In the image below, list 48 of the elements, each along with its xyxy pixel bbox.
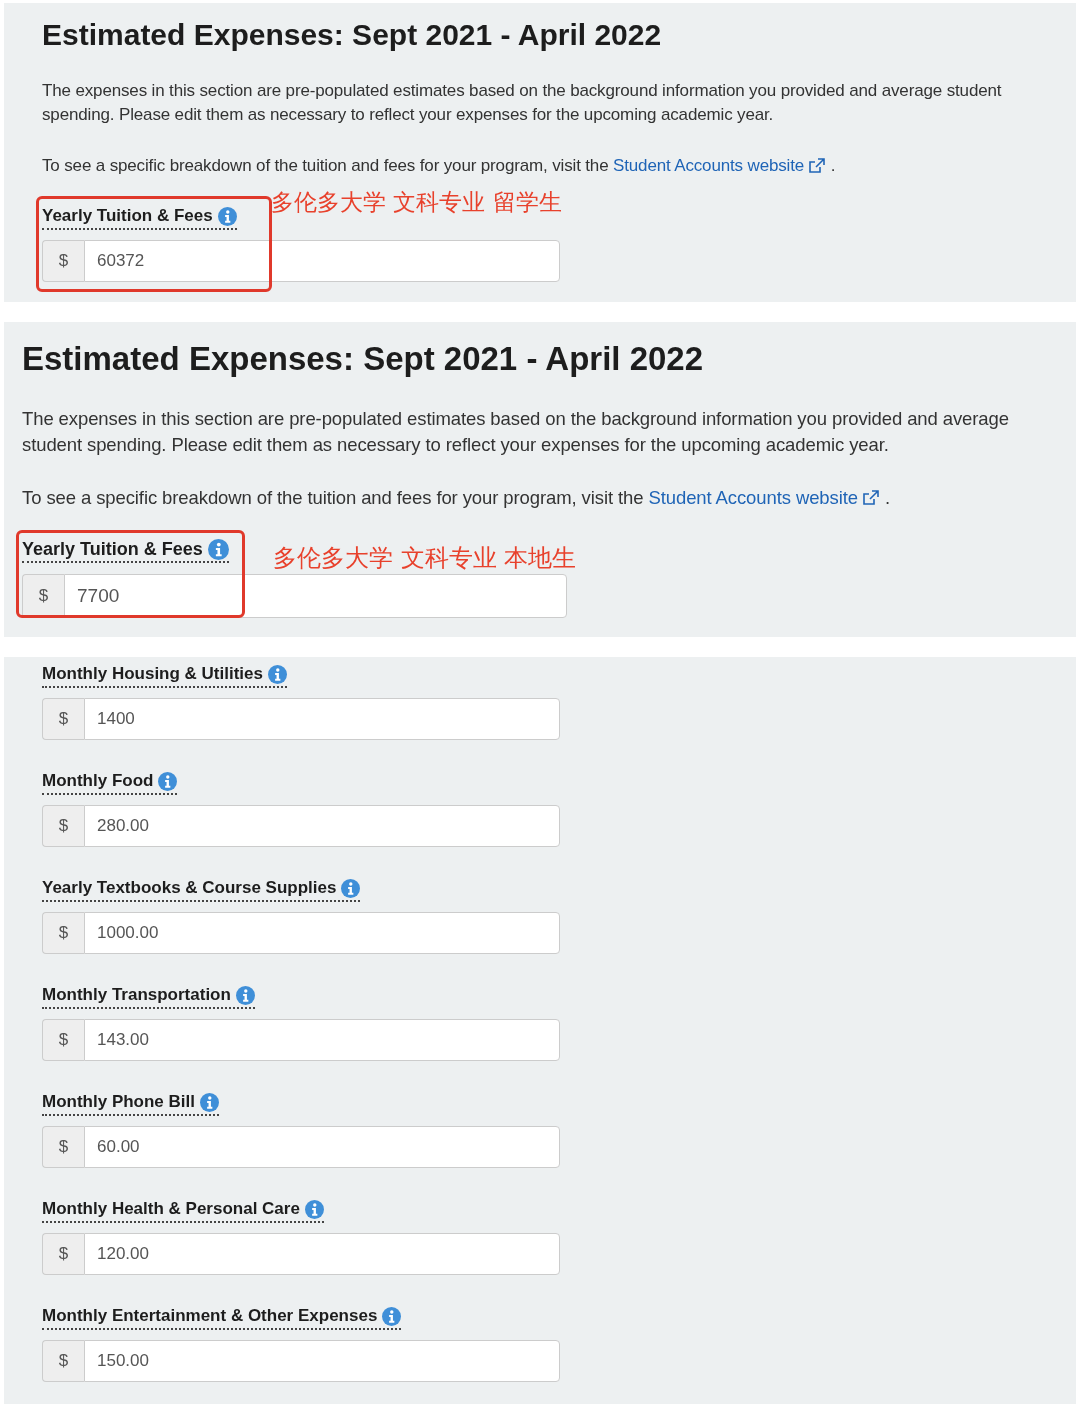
- field-label: Monthly Entertainment & Other Expenses: [42, 1305, 378, 1327]
- currency-addon: $: [42, 912, 84, 954]
- field-label: Yearly Tuition & Fees: [42, 205, 213, 227]
- annotation-note: 多伦多大学 文科专业 留学生: [271, 188, 562, 217]
- currency-addon: $: [42, 1340, 84, 1382]
- field-label: Monthly Housing & Utilities: [42, 663, 263, 685]
- external-link-icon: [861, 490, 880, 506]
- field-label: Yearly Textbooks & Course Supplies: [42, 877, 337, 899]
- field-label: Monthly Transportation: [42, 984, 231, 1006]
- info-icon[interactable]: [158, 771, 178, 791]
- amount-field[interactable]: 60372: [84, 240, 560, 282]
- section-title: Estimated Expenses: Sept 2021 - April 2022: [22, 339, 705, 379]
- student-accounts-link[interactable]: Student Accounts website: [648, 485, 880, 511]
- amount-field[interactable]: 280.00: [84, 805, 560, 847]
- info-icon[interactable]: [341, 878, 361, 898]
- info-icon[interactable]: [200, 1092, 219, 1112]
- field-label: Monthly Phone Bill: [42, 1091, 195, 1113]
- external-link-icon: [808, 158, 827, 174]
- currency-addon: $: [42, 698, 84, 740]
- amount-field[interactable]: 120.00: [84, 1233, 560, 1275]
- amount-field[interactable]: 150.00: [84, 1340, 560, 1382]
- field-label: Yearly Tuition & Fees: [22, 538, 203, 560]
- currency-addon: $: [42, 1233, 84, 1275]
- info-icon[interactable]: [382, 1306, 402, 1326]
- info-icon[interactable]: [304, 1199, 324, 1219]
- intro-paragraph: The expenses in this section are pre-populated estimates based on the background information you provided and average student spending. Please edit them as necessary to reflect your expenses for the upcoming academic year.: [22, 407, 1010, 457]
- amount-field[interactable]: 60.00: [84, 1126, 560, 1168]
- amount-field[interactable]: 1000.00: [84, 912, 560, 954]
- amount-field[interactable]: 7700: [64, 574, 567, 618]
- student-accounts-link[interactable]: Student Accounts website: [613, 154, 827, 178]
- currency-addon: $: [22, 574, 64, 618]
- info-icon[interactable]: [235, 985, 255, 1005]
- currency-addon: $: [42, 805, 84, 847]
- currency-addon: $: [42, 240, 84, 282]
- info-icon[interactable]: [268, 664, 287, 684]
- field-label: Monthly Health & Personal Care: [42, 1198, 300, 1220]
- currency-addon: $: [42, 1019, 84, 1061]
- breakdown-paragraph: To see a specific breakdown of the tuition and fees for your program, visit the Student Accounts website .: [22, 485, 1058, 511]
- currency-addon: $: [42, 1126, 84, 1168]
- amount-field[interactable]: 143.00: [84, 1019, 560, 1061]
- section-title: Estimated Expenses: Sept 2021 - April 2022: [42, 17, 663, 53]
- amount-field[interactable]: 1400: [84, 698, 560, 740]
- annotation-note: 多伦多大学 文科专业 本地生: [273, 543, 577, 574]
- intro-paragraph: The expenses in this section are pre-populated estimates based on the background information you provided and average student spending. Please edit them as necessary to reflect your expenses for the upcoming academic year.: [42, 80, 1003, 126]
- info-icon[interactable]: [207, 538, 229, 560]
- field-label: Monthly Food: [42, 770, 154, 792]
- breakdown-paragraph: To see a specific breakdown of the tuition and fees for your program, visit the Student Accounts website .: [42, 154, 1038, 178]
- info-icon[interactable]: [217, 206, 237, 226]
